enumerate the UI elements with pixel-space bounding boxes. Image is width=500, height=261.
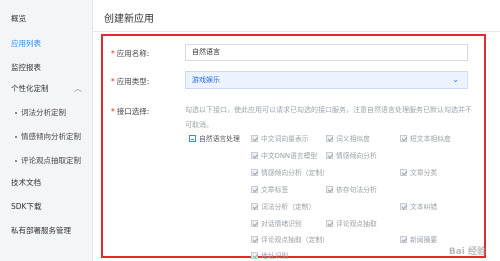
checkbox-label: 新闻摘要 (410, 236, 438, 244)
chevron-down-icon: ⌄ (452, 75, 459, 84)
sidebar-item-lexical-custom[interactable]: 词法分析定制 (0, 100, 93, 126)
bullet-icon (15, 112, 17, 114)
check-icon (400, 169, 407, 176)
checkbox-label: 短文本相似度 (410, 135, 451, 143)
check-icon (326, 152, 333, 159)
sidebar-item-label: 私有部署服务管理 (11, 226, 71, 235)
check-icon (251, 252, 258, 259)
sidebar-item-customization[interactable]: 个性化定制 ︿ (0, 76, 93, 102)
checkbox-api[interactable]: 短文本相似度 (400, 133, 451, 143)
checkbox-api[interactable]: 文章标签 (251, 184, 288, 194)
checkbox-label: 文章标签 (261, 186, 289, 194)
divider (93, 31, 500, 32)
checkbox-api[interactable]: 词义相似度 (326, 133, 370, 143)
checkbox-label: 文章分类 (410, 169, 438, 177)
sidebar-item-private-deploy[interactable]: 私有部署服务管理 (0, 218, 93, 244)
checkbox-label: 对话情绪识别 (261, 220, 302, 228)
check-icon (326, 186, 333, 193)
checkbox-label: 词义相似度 (336, 135, 370, 143)
checkbox-label: 地址识别 (261, 252, 289, 260)
checkbox-api[interactable]: 对话情绪识别 (251, 218, 302, 228)
bullet-icon (15, 160, 17, 162)
checkbox-api[interactable]: 新闻摘要 (400, 234, 437, 244)
checkbox-api[interactable]: 情感倾向分析（定制） (251, 167, 329, 177)
checkbox-label: 中文词向量表示 (261, 135, 309, 143)
checkbox-label: 词法分析（定制） (261, 203, 316, 211)
sidebar-item-label: 应用列表 (11, 39, 41, 48)
checkbox-label: 自然语言处理 (199, 135, 240, 143)
checkbox-indeterminate-icon (189, 135, 196, 142)
chevron-up-icon: ︿ (74, 84, 82, 93)
checkbox-api[interactable]: 中文词向量表示 (251, 133, 309, 143)
checkbox-api[interactable]: 地址识别 (251, 250, 288, 260)
sidebar: 概览 应用列表 监控报表 个性化定制 ︿ 词法分析定制 情感倾向分析定制 评论观点… (0, 0, 93, 261)
checkbox-api[interactable]: 词法分析（定制） (251, 201, 315, 211)
sidebar-item-label: 技术文档 (11, 178, 41, 187)
type-label: * 应用类型: (111, 77, 150, 86)
check-icon (326, 220, 333, 227)
sidebar-item-label: SDK下载 (11, 202, 42, 211)
checkbox-api[interactable]: 评论观点抽取 (326, 218, 377, 228)
api-description: 勾选以下接口，使此应用可以请求已勾选的接口服务，注意自然语言处理服务已默认勾选并… (185, 106, 472, 129)
checkbox-api[interactable]: 评论观点抽取（定制） (251, 234, 329, 244)
bullet-icon (15, 136, 17, 138)
checkbox-label: 中文DNN语言模型 (261, 152, 318, 160)
page-title: 创建新应用 (104, 14, 154, 25)
check-icon (400, 203, 407, 210)
checkbox-api[interactable]: 中文DNN语言模型 (251, 150, 317, 160)
app-name-input[interactable]: 自然语言 (185, 44, 468, 61)
sidebar-item-sdk[interactable]: SDK下载 (0, 194, 93, 220)
checkbox-nlp-group[interactable]: 自然语言处理 (189, 133, 240, 143)
check-icon (326, 135, 333, 142)
sidebar-item-app-list[interactable]: 应用列表 (0, 31, 93, 57)
checkbox-api[interactable]: 依存句法分析 (326, 184, 377, 194)
check-icon (251, 152, 258, 159)
main-content: 创建新应用 * 应用名称: 自然语言 * 应用类型: 游戏娱乐 ⌄ * 接口选择: 勾选… (93, 0, 500, 261)
checkbox-label: 评论观点抽取 (336, 220, 377, 228)
sidebar-item-docs[interactable]: 技术文档 (0, 170, 93, 196)
check-icon (251, 169, 258, 176)
sidebar-item-sentiment-custom[interactable]: 情感倾向分析定制 (0, 124, 93, 150)
sidebar-item-label: 概览 (11, 14, 26, 23)
sidebar-item-label: 词法分析定制 (21, 108, 66, 117)
checkbox-api[interactable]: 文章分类 (400, 167, 437, 177)
checkbox-api[interactable]: 情感倾向分析 (326, 150, 377, 160)
checkbox-api[interactable]: 文本纠错 (400, 201, 437, 211)
sidebar-item-label: 情感倾向分析定制 (21, 132, 81, 141)
check-icon (400, 135, 407, 142)
name-label: * 应用名称: (111, 49, 150, 58)
app-type-value: 游戏娱乐 (192, 76, 220, 84)
sidebar-item-label: 个性化定制 (11, 84, 49, 93)
checkbox-label: 情感倾向分析（定制） (261, 169, 329, 177)
watermark: Bai 经验 (448, 247, 486, 257)
sidebar-item-label: 评论观点抽取定制 (21, 156, 81, 165)
checkbox-label: 评论观点抽取（定制） (261, 236, 329, 244)
sidebar-item-label: 监控报表 (11, 63, 41, 72)
check-icon (251, 220, 258, 227)
check-icon (251, 135, 258, 142)
check-icon (251, 236, 258, 243)
check-icon (400, 236, 407, 243)
checkbox-label: 依存句法分析 (336, 186, 377, 194)
check-icon (251, 203, 258, 210)
checkbox-label: 文本纠错 (410, 203, 438, 211)
app-type-select[interactable]: 游戏娱乐 ⌄ (185, 71, 468, 89)
check-icon (251, 186, 258, 193)
api-label: * 接口选择: (111, 107, 150, 116)
checkbox-label: 情感倾向分析 (336, 152, 377, 160)
sidebar-item-overview[interactable]: 概览 (0, 6, 93, 32)
